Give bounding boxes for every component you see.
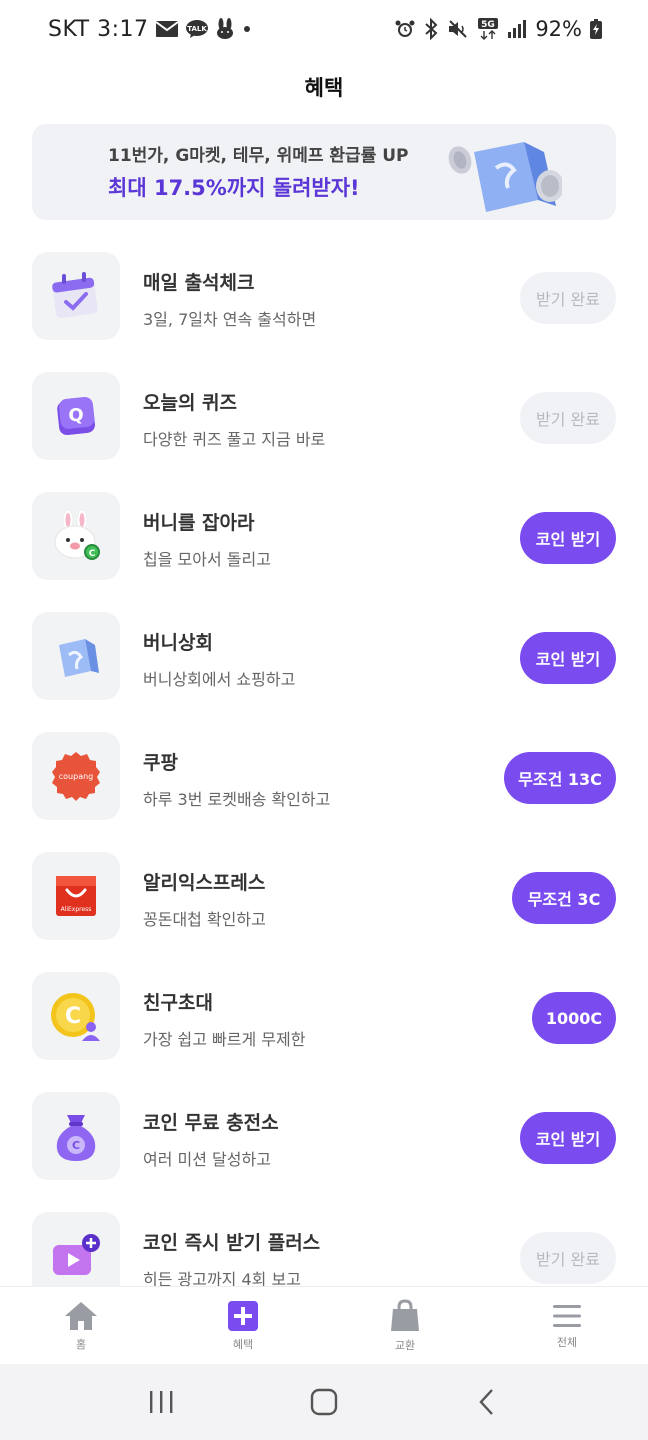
shop-bag-icon xyxy=(32,612,120,700)
svg-text:C: C xyxy=(72,1139,80,1152)
item-title: 코인 무료 충전소 xyxy=(143,1112,279,1134)
banner-line1: 11번가, G마켓, 테무, 위메프 환급률 UP xyxy=(108,146,409,166)
mail-icon xyxy=(154,20,179,38)
coupang-logo-icon: coupang xyxy=(32,732,120,820)
svg-text:Q: Q xyxy=(68,405,83,426)
item-subtitle: 여러 미션 달성하고 xyxy=(143,1150,271,1169)
svg-text:coupang: coupang xyxy=(59,772,94,781)
item-subtitle: 버니상회에서 쇼핑하고 xyxy=(143,670,296,689)
bunny-icon: C xyxy=(32,492,120,580)
promo-banner[interactable]: 11번가, G마켓, 테무, 위메프 환급률 UP 최대 17.5%까지 돌려받… xyxy=(32,124,616,220)
claim-done-button[interactable]: 받기 완료 xyxy=(520,272,616,324)
home-button[interactable] xyxy=(294,1372,354,1432)
status-bar: SKT 3:17 TALK 5G 92% xyxy=(0,0,648,58)
cashback-illustration-icon xyxy=(448,142,562,212)
guaranteed-coin-button[interactable]: 무조건 3C xyxy=(512,872,616,924)
item-title: 버니를 잡아라 xyxy=(143,512,255,534)
nav-label: 교환 xyxy=(394,1338,416,1352)
battery-charging-icon xyxy=(590,19,602,39)
system-nav-bar xyxy=(0,1364,648,1440)
recent-apps-icon xyxy=(150,1391,173,1413)
bottom-nav: 홈 혜택 교환 전체 xyxy=(0,1286,648,1364)
invite-reward-button[interactable]: 1000C xyxy=(532,992,616,1044)
item-title: 버니상회 xyxy=(143,632,213,654)
mute-icon xyxy=(447,19,469,39)
video-plus-icon xyxy=(32,1212,120,1286)
get-coin-button[interactable]: 코인 받기 xyxy=(520,512,616,564)
bluetooth-icon xyxy=(423,18,439,40)
item-subtitle: 다양한 퀴즈 풀고 지금 바로 xyxy=(143,430,326,449)
list-item[interactable]: 매일 출석체크 3일, 7일차 연속 출석하면 받기 완료 xyxy=(0,238,648,358)
item-subtitle: 꽁돈대첩 확인하고 xyxy=(143,910,266,929)
list-item[interactable]: C 버니를 잡아라 칩을 모아서 돌리고 코인 받기 xyxy=(0,478,648,598)
claim-done-button[interactable]: 받기 완료 xyxy=(520,1232,616,1284)
nav-benefits[interactable]: 혜택 xyxy=(162,1287,324,1364)
nav-all[interactable]: 전체 xyxy=(486,1287,648,1364)
battery-percent: 92% xyxy=(535,17,582,41)
coin-friend-icon: C xyxy=(32,972,120,1060)
dot-icon xyxy=(241,23,253,35)
status-right: 5G 92% xyxy=(395,17,602,41)
calendar-icon xyxy=(32,252,120,340)
nav-label: 홈 xyxy=(75,1337,87,1351)
back-chevron-icon xyxy=(479,1389,493,1415)
svg-text:C: C xyxy=(89,549,96,559)
svg-text:TALK: TALK xyxy=(187,25,207,33)
item-subtitle: 히든 광고까지 4회 보고 xyxy=(143,1270,301,1286)
nav-label: 혜택 xyxy=(232,1337,254,1351)
list-item[interactable]: coupang 쿠팡 하루 3번 로켓배송 확인하고 무조건 13C xyxy=(0,718,648,838)
item-subtitle: 3일, 7일차 연속 출석하면 xyxy=(143,310,317,329)
coin-pouch-icon: C xyxy=(32,1092,120,1180)
list-item[interactable]: C 친구초대 가장 쉽고 빠르게 무제한 1000C xyxy=(0,958,648,1078)
benefit-list: 매일 출석체크 3일, 7일차 연속 출석하면 받기 완료 Q 오늘의 퀴즈 다… xyxy=(0,238,648,1286)
svg-text:5G: 5G xyxy=(481,20,495,30)
banner-line2: 최대 17.5%까지 돌려받자! xyxy=(108,176,360,200)
item-title: 쿠팡 xyxy=(143,752,178,774)
home-icon xyxy=(65,1301,97,1330)
item-title: 알리익스프레스 xyxy=(143,872,266,894)
item-title: 코인 즉시 받기 플러스 xyxy=(143,1232,321,1254)
signal-icon xyxy=(507,19,527,39)
quiz-icon: Q xyxy=(32,372,120,460)
get-coin-button[interactable]: 코인 받기 xyxy=(520,632,616,684)
svg-text:C: C xyxy=(65,1004,81,1029)
item-subtitle: 가장 쉽고 빠르게 무제한 xyxy=(143,1030,306,1049)
guaranteed-coin-button[interactable]: 무조건 13C xyxy=(504,752,616,804)
nav-home[interactable]: 홈 xyxy=(0,1287,162,1364)
talk-icon: TALK xyxy=(185,19,209,39)
list-item[interactable]: 버니상회 버니상회에서 쇼핑하고 코인 받기 xyxy=(0,598,648,718)
list-item[interactable]: 코인 즉시 받기 플러스 히든 광고까지 4회 보고 받기 완료 xyxy=(0,1198,648,1286)
menu-icon xyxy=(553,1304,581,1327)
home-circle-icon xyxy=(310,1388,338,1416)
item-title: 오늘의 퀴즈 xyxy=(143,392,238,414)
list-item[interactable]: AliExpress 알리익스프레스 꽁돈대첩 확인하고 무조건 3C xyxy=(0,838,648,958)
network-5g-icon: 5G xyxy=(477,17,499,41)
list-item[interactable]: C 코인 무료 충전소 여러 미션 달성하고 코인 받기 xyxy=(0,1078,648,1198)
item-subtitle: 하루 3번 로켓배송 확인하고 xyxy=(143,790,331,809)
back-button[interactable] xyxy=(457,1372,517,1432)
get-coin-button[interactable]: 코인 받기 xyxy=(520,1112,616,1164)
carrier-time: SKT 3:17 xyxy=(48,16,149,42)
item-subtitle: 칩을 모아서 돌리고 xyxy=(143,550,271,569)
nav-label: 전체 xyxy=(556,1335,578,1349)
shopping-bag-icon xyxy=(391,1298,419,1331)
alarm-icon xyxy=(395,19,415,39)
page-title: 혜택 xyxy=(304,76,344,100)
svg-text:AliExpress: AliExpress xyxy=(61,906,92,913)
status-left: SKT 3:17 TALK xyxy=(48,17,253,42)
nav-exchange[interactable]: 교환 xyxy=(324,1287,486,1364)
claim-done-button[interactable]: 받기 완료 xyxy=(520,392,616,444)
item-title: 매일 출석체크 xyxy=(143,272,255,294)
plus-box-icon xyxy=(228,1300,258,1331)
list-item[interactable]: Q 오늘의 퀴즈 다양한 퀴즈 풀고 지금 바로 받기 완료 xyxy=(0,358,648,478)
page-header: 혜택 xyxy=(0,58,648,116)
item-title: 친구초대 xyxy=(143,992,213,1014)
recent-apps-button[interactable] xyxy=(131,1372,191,1432)
bunny-status-icon xyxy=(215,18,235,40)
aliexpress-logo-icon: AliExpress xyxy=(32,852,120,940)
